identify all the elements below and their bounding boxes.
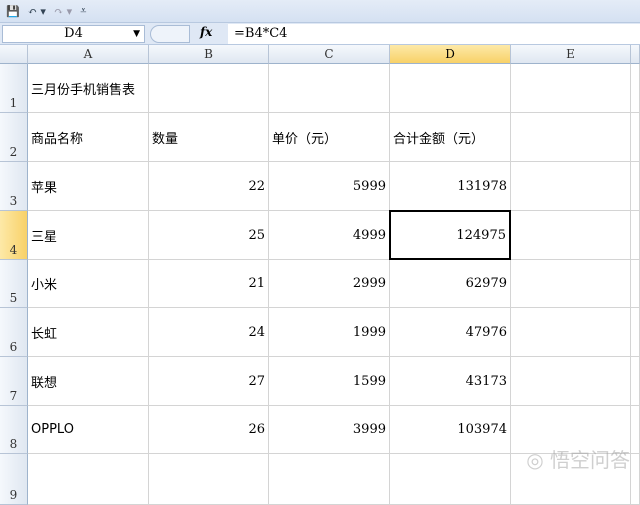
name-box[interactable]: D4 ▼	[2, 25, 145, 43]
column-header-A[interactable]: A	[28, 45, 149, 64]
cell-B1[interactable]	[149, 64, 269, 113]
cell-C6[interactable]: 1999	[269, 308, 390, 357]
cell-F3[interactable]	[631, 162, 640, 211]
cell-A9[interactable]	[28, 454, 149, 505]
cell-D4[interactable]: 124975	[389, 210, 511, 260]
column-header-E[interactable]: E	[511, 45, 631, 64]
cell-D2[interactable]: 合计金额（元）	[390, 113, 511, 162]
cell-C4[interactable]: 4999	[269, 211, 390, 260]
row-header-5[interactable]: 5	[0, 260, 28, 308]
cell-B7[interactable]: 27	[149, 357, 269, 406]
cell-D8[interactable]: 103974	[390, 406, 511, 454]
cell-B6[interactable]: 24	[149, 308, 269, 357]
cell-F7[interactable]	[631, 357, 640, 406]
column-header-F[interactable]	[631, 45, 640, 64]
cell-F1[interactable]	[631, 64, 640, 113]
cell-D6[interactable]: 47976	[390, 308, 511, 357]
save-icon[interactable]: 💾	[6, 5, 20, 18]
row-header-9[interactable]: 9	[0, 454, 28, 505]
cell-C9[interactable]	[269, 454, 390, 505]
cell-A3[interactable]: 苹果	[28, 162, 149, 211]
quick-access-toolbar: 💾 ↶ ▾ ↷ ▾ ⩡	[0, 0, 640, 22]
cell-D1[interactable]	[390, 64, 511, 113]
name-box-value: D4	[64, 26, 83, 41]
cell-A8[interactable]: OPPLO	[28, 406, 149, 454]
cell-E1[interactable]	[511, 64, 631, 113]
cell-A1[interactable]: 三月份手机销售表	[28, 64, 149, 113]
cell-B3[interactable]: 22	[149, 162, 269, 211]
row-header-3[interactable]: 3	[0, 162, 28, 211]
watermark-text: 悟空问答	[550, 448, 630, 472]
cell-C7[interactable]: 1599	[269, 357, 390, 406]
cell-E7[interactable]	[511, 357, 631, 406]
cell-E6[interactable]	[511, 308, 631, 357]
cell-F5[interactable]	[631, 260, 640, 308]
cell-F4[interactable]	[631, 211, 640, 260]
cell-D9[interactable]	[390, 454, 511, 505]
cell-B8[interactable]: 26	[149, 406, 269, 454]
cell-C1[interactable]	[269, 64, 390, 113]
formula-input[interactable]: =B4*C4	[228, 24, 640, 44]
cell-F9[interactable]	[631, 454, 640, 505]
cell-C2[interactable]: 单价（元）	[269, 113, 390, 162]
row-header-6[interactable]: 6	[0, 308, 28, 357]
cell-D7[interactable]: 43173	[390, 357, 511, 406]
cell-A6[interactable]: 长虹	[28, 308, 149, 357]
cell-D3[interactable]: 131978	[390, 162, 511, 211]
cell-E2[interactable]	[511, 113, 631, 162]
redo-button[interactable]: ↷ ▾	[54, 5, 72, 18]
column-header-C[interactable]: C	[269, 45, 390, 64]
row-header-4[interactable]: 4	[0, 211, 28, 260]
select-all-corner[interactable]	[0, 45, 28, 64]
cell-B5[interactable]: 21	[149, 260, 269, 308]
cell-E5[interactable]	[511, 260, 631, 308]
row-header-1[interactable]: 1	[0, 64, 28, 113]
cell-F2[interactable]	[631, 113, 640, 162]
formula-bar-expand-handle[interactable]	[150, 25, 190, 43]
chevron-down-icon[interactable]: ▼	[133, 26, 140, 42]
row-header-7[interactable]: 7	[0, 357, 28, 406]
column-header-B[interactable]: B	[149, 45, 269, 64]
cell-E3[interactable]	[511, 162, 631, 211]
cell-B9[interactable]	[149, 454, 269, 505]
cell-D5[interactable]: 62979	[390, 260, 511, 308]
undo-button[interactable]: ↶ ▾	[28, 5, 46, 18]
insert-function-icon[interactable]: fx	[200, 25, 212, 39]
cell-A2[interactable]: 商品名称	[28, 113, 149, 162]
cell-C3[interactable]: 5999	[269, 162, 390, 211]
row-header-8[interactable]: 8	[0, 406, 28, 454]
customize-toolbar-button[interactable]: ⩡	[80, 4, 86, 18]
cell-C5[interactable]: 2999	[269, 260, 390, 308]
formula-bar: D4 ▼ fx =B4*C4	[0, 22, 640, 45]
cell-E4[interactable]	[511, 211, 631, 260]
cell-C8[interactable]: 3999	[269, 406, 390, 454]
column-header-D[interactable]: D	[390, 45, 511, 64]
cell-F6[interactable]	[631, 308, 640, 357]
cell-A7[interactable]: 联想	[28, 357, 149, 406]
cell-B4[interactable]: 25	[149, 211, 269, 260]
cell-B2[interactable]: 数量	[149, 113, 269, 162]
watermark: ◎ 悟空问答	[526, 448, 630, 472]
cell-F8[interactable]	[631, 406, 640, 454]
row-header-2[interactable]: 2	[0, 113, 28, 162]
cell-A4[interactable]: 三星	[28, 211, 149, 260]
cell-A5[interactable]: 小米	[28, 260, 149, 308]
